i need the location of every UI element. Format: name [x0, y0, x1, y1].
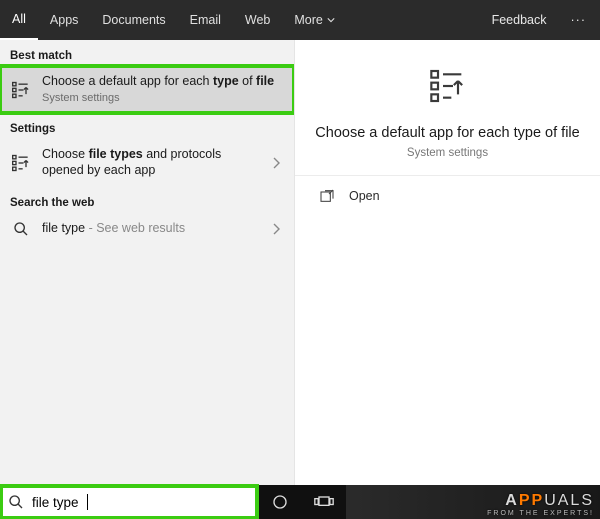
taskbar: file type APPUALS FROM THE EXPERTS! [0, 485, 600, 519]
detail-subtitle: System settings [315, 147, 580, 159]
detail-pane: Choose a default app for each type of fi… [295, 40, 600, 485]
feedback-link[interactable]: Feedback [482, 13, 557, 27]
taskbar-apps-area: APPUALS FROM THE EXPERTS! [346, 485, 600, 519]
result-web-filetype-text: file type - See web results [42, 221, 262, 237]
results-pane: Best match Choose a default app for each… [0, 40, 295, 485]
task-view-button[interactable] [302, 485, 346, 519]
result-best-match[interactable]: Choose a default app for each type of fi… [0, 66, 294, 113]
open-icon [319, 188, 335, 204]
chevron-right-icon [272, 157, 284, 169]
more-options-button[interactable]: ··· [557, 13, 600, 27]
tab-web[interactable]: Web [233, 0, 282, 40]
top-tab-bar: All Apps Documents Email Web More Feedba… [0, 0, 600, 40]
result-web-filetype[interactable]: file type - See web results [0, 213, 294, 245]
result-best-match-sub: System settings [42, 92, 284, 106]
search-icon [8, 494, 24, 510]
text-cursor [87, 494, 88, 510]
action-open[interactable]: Open [295, 176, 600, 216]
default-apps-icon [428, 66, 468, 106]
action-open-label: Open [349, 189, 380, 203]
result-setting-filetypes-text: Choose file types and protocols opened b… [42, 147, 262, 178]
tab-email[interactable]: Email [178, 0, 233, 40]
tab-more-label: More [294, 13, 322, 27]
section-best-match: Best match [0, 40, 294, 66]
chevron-right-icon [272, 223, 284, 235]
search-input[interactable]: file type [32, 495, 79, 510]
detail-header: Choose a default app for each type of fi… [295, 40, 600, 176]
section-search-web: Search the web [0, 187, 294, 213]
chevron-down-icon [327, 16, 335, 24]
search-icon [10, 221, 32, 237]
tab-apps[interactable]: Apps [38, 0, 91, 40]
watermark: APPUALS FROM THE EXPERTS! [487, 492, 594, 517]
section-settings: Settings [0, 113, 294, 139]
result-setting-filetypes[interactable]: Choose file types and protocols opened b… [0, 139, 294, 186]
tab-more[interactable]: More [282, 0, 346, 40]
default-apps-icon [10, 80, 32, 100]
search-box[interactable]: file type [0, 485, 258, 519]
result-best-match-text: Choose a default app for each type of fi… [42, 74, 284, 105]
default-apps-icon [10, 153, 32, 173]
tab-all[interactable]: All [0, 0, 38, 40]
detail-title: Choose a default app for each type of fi… [315, 125, 580, 141]
cortana-button[interactable] [258, 485, 302, 519]
tab-documents[interactable]: Documents [90, 0, 177, 40]
